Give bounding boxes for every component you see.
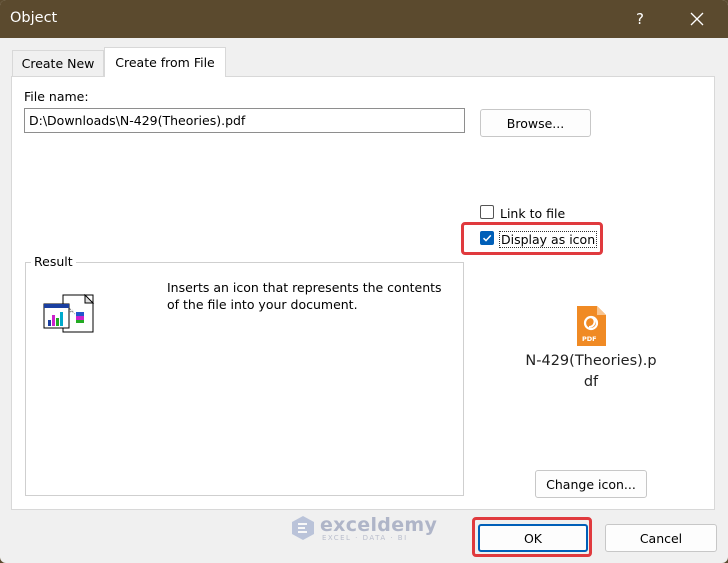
pdf-file-icon (575, 305, 607, 350)
exceldemy-watermark: exceldemy EXCEL · DATA · BI (290, 514, 437, 542)
result-title: Result (31, 254, 76, 269)
tab-create-from-file[interactable]: Create from File (104, 47, 226, 77)
display-as-icon-label[interactable]: Display as icon (499, 231, 598, 248)
display-as-icon-checkbox[interactable] (480, 231, 494, 245)
close-icon (690, 12, 704, 26)
checkmark-icon (482, 234, 492, 242)
watermark-tagline: EXCEL · DATA · BI (322, 534, 408, 542)
file-name-label: File name: (24, 89, 89, 104)
tab-create-new[interactable]: Create New (12, 50, 104, 76)
file-name-input[interactable]: D:\Downloads\N-429(Theories).pdf (24, 108, 465, 133)
result-description: Inserts an icon that represents the cont… (167, 280, 442, 312)
exceldemy-logo-icon (292, 516, 314, 540)
link-to-file-checkbox[interactable] (480, 205, 494, 219)
close-button[interactable] (676, 0, 718, 38)
cancel-button[interactable]: Cancel (605, 524, 717, 552)
dialog-title: Object (10, 10, 58, 26)
change-icon-button[interactable]: Change icon... (535, 470, 647, 498)
browse-button[interactable]: Browse... (480, 109, 591, 137)
ok-button[interactable]: OK (478, 524, 588, 552)
help-button[interactable]: ? (622, 0, 658, 38)
pdf-badge-label: PDF (582, 335, 597, 343)
link-to-file-label[interactable]: Link to file (500, 206, 565, 221)
result-illustration-icon (43, 293, 95, 337)
object-dialog: Object ? Create New Create from File Fil… (0, 0, 728, 563)
icon-filename-caption: N-429(Theories).pdf (525, 353, 657, 390)
watermark-name: exceldemy (320, 514, 438, 536)
title-bar: Object ? (0, 0, 728, 38)
